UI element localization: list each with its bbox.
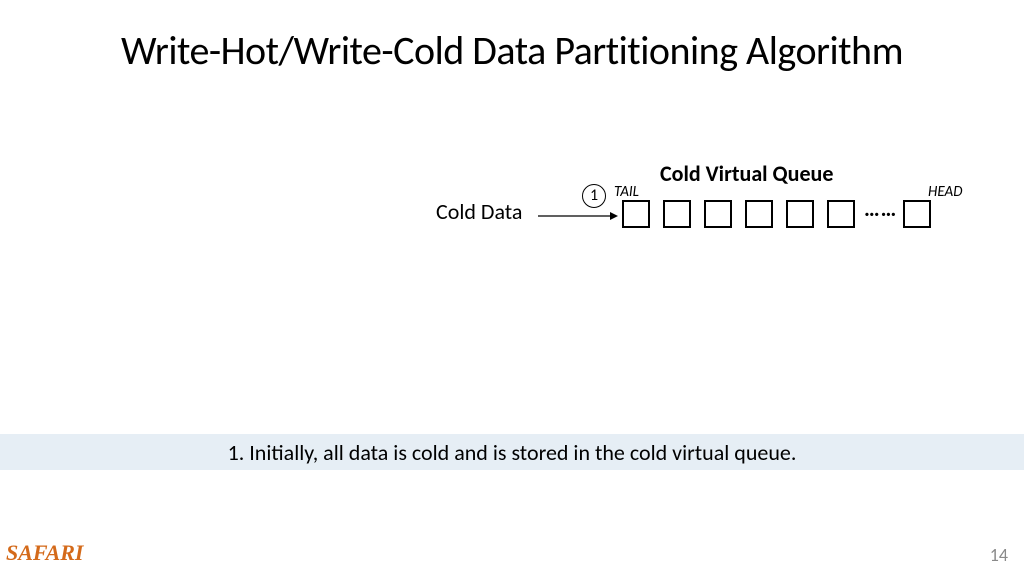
tail-label: TAIL: [614, 183, 639, 201]
queue-slot: [663, 200, 691, 228]
page-number: 14: [990, 544, 1008, 566]
queue-slot: [827, 200, 855, 228]
queue-slot: [622, 200, 650, 228]
queue-slot: [786, 200, 814, 228]
queue-title: Cold Virtual Queue: [660, 160, 833, 187]
caption-bar: 1. Initially, all data is cold and is st…: [0, 434, 1024, 470]
queue-slot: [903, 200, 931, 228]
ellipsis: ……: [864, 202, 897, 216]
caption-text: 1. Initially, all data is cold and is st…: [228, 439, 797, 466]
head-label: HEAD: [928, 183, 962, 201]
slide-title: Write-Hot/Write-Cold Data Partitioning A…: [0, 26, 1024, 75]
footer-logo: SAFARI: [6, 540, 83, 566]
cold-data-label: Cold Data: [436, 198, 522, 225]
queue-slot: [745, 200, 773, 228]
queue-slot: [704, 200, 732, 228]
arrow-icon: [538, 209, 618, 223]
step-badge: 1: [582, 184, 606, 208]
queue-boxes: ……: [622, 200, 931, 228]
